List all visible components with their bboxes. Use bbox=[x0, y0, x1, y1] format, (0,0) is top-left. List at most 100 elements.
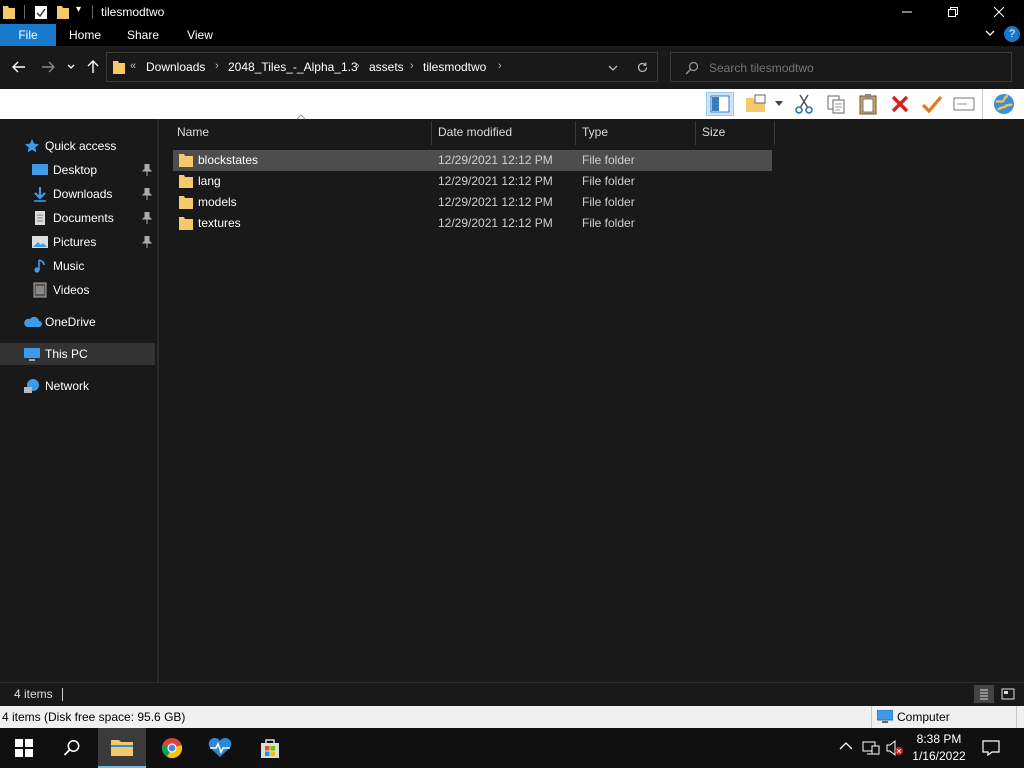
videos-icon bbox=[32, 282, 48, 298]
health-monitor-icon[interactable] bbox=[196, 728, 244, 768]
recent-locations-button[interactable] bbox=[62, 56, 80, 78]
tab-share[interactable]: Share bbox=[120, 24, 166, 46]
globe-icon[interactable] bbox=[990, 92, 1018, 116]
taskbar: 8:38 PM 1/16/2022 bbox=[0, 728, 1024, 768]
tab-home[interactable]: Home bbox=[62, 24, 108, 46]
customize-quick-access-icon[interactable]: ▾ bbox=[76, 4, 81, 15]
breadcrumb-separator[interactable]: › bbox=[356, 60, 360, 72]
location-label: Computer bbox=[897, 710, 950, 724]
disk-info: 4 items (Disk free space: 95.6 GB) bbox=[2, 710, 186, 724]
file-row-models[interactable]: models 12/29/2021 12:12 PM File folder bbox=[173, 192, 772, 213]
minimize-button[interactable] bbox=[884, 0, 930, 24]
folder-icon bbox=[179, 195, 193, 209]
cut-icon[interactable] bbox=[792, 92, 816, 116]
file-type: File folder bbox=[582, 153, 635, 167]
sidebar-item-this-pc[interactable]: This PC bbox=[0, 343, 155, 365]
file-row-blockstates[interactable]: blockstates 12/29/2021 12:12 PM File fol… bbox=[173, 150, 772, 171]
file-date: 12/29/2021 12:12 PM bbox=[438, 153, 553, 167]
chrome-icon[interactable] bbox=[148, 728, 196, 768]
file-date: 12/29/2021 12:12 PM bbox=[438, 195, 553, 209]
back-button[interactable] bbox=[8, 56, 30, 78]
search-taskbar-button[interactable] bbox=[48, 728, 96, 768]
chevron-up-icon[interactable] bbox=[839, 741, 853, 751]
breadcrumb-assets[interactable]: assets bbox=[369, 60, 404, 74]
folder-icon bbox=[179, 216, 193, 230]
new-folder-icon[interactable] bbox=[744, 92, 768, 116]
tab-file[interactable]: File bbox=[0, 24, 56, 46]
breadcrumb-overflow[interactable]: « bbox=[130, 60, 136, 72]
breadcrumb-separator[interactable]: › bbox=[215, 60, 219, 72]
column-divider[interactable] bbox=[431, 121, 432, 145]
column-divider[interactable] bbox=[695, 121, 696, 145]
details-view-icon[interactable] bbox=[974, 685, 994, 703]
pin-icon[interactable] bbox=[142, 212, 152, 224]
file-name: blockstates bbox=[198, 153, 259, 167]
ribbon-tabs: File Home Share View ? bbox=[0, 24, 1024, 46]
column-header-date-modified[interactable]: Date modified bbox=[438, 125, 512, 139]
breadcrumb-separator[interactable]: › bbox=[498, 60, 502, 72]
details-status-bar: 4 items (Disk free space: 95.6 GB) Compu… bbox=[0, 706, 1024, 728]
close-button[interactable] bbox=[976, 0, 1022, 24]
up-button[interactable] bbox=[82, 56, 104, 78]
expand-ribbon-icon[interactable] bbox=[984, 27, 996, 39]
help-icon[interactable]: ? bbox=[1004, 26, 1020, 42]
breadcrumb-2048-tiles[interactable]: 2048_Tiles_-_Alpha_1.3 bbox=[228, 60, 358, 74]
sidebar-item-network[interactable]: Network bbox=[0, 375, 157, 397]
item-count: 4 items bbox=[14, 687, 53, 701]
sidebar-item-downloads[interactable]: Downloads bbox=[0, 183, 157, 205]
cloud-icon bbox=[22, 314, 42, 330]
column-header-type[interactable]: Type bbox=[582, 125, 608, 139]
file-explorer-taskbar-icon[interactable] bbox=[98, 728, 146, 768]
volume-muted-icon[interactable] bbox=[886, 739, 904, 757]
pin-icon[interactable] bbox=[142, 236, 152, 248]
breadcrumb-downloads[interactable]: Downloads bbox=[146, 60, 205, 74]
tab-view[interactable]: View bbox=[178, 24, 222, 46]
sidebar-item-documents[interactable]: Documents bbox=[0, 207, 157, 229]
column-header-size[interactable]: Size bbox=[702, 125, 725, 139]
file-row-lang[interactable]: lang 12/29/2021 12:12 PM File folder bbox=[173, 171, 772, 192]
breadcrumb-separator[interactable]: › bbox=[410, 60, 414, 72]
copy-icon[interactable] bbox=[824, 92, 848, 116]
preview-pane-icon[interactable] bbox=[706, 92, 734, 116]
network-status-icon[interactable] bbox=[862, 740, 880, 756]
search-box[interactable] bbox=[670, 52, 1012, 82]
column-divider[interactable] bbox=[575, 121, 576, 145]
file-row-textures[interactable]: textures 12/29/2021 12:12 PM File folder bbox=[173, 213, 772, 234]
search-input[interactable] bbox=[709, 59, 999, 77]
paste-icon[interactable] bbox=[856, 92, 880, 116]
start-button[interactable] bbox=[0, 728, 48, 768]
new-folder-icon[interactable] bbox=[56, 4, 70, 20]
restore-button[interactable] bbox=[930, 0, 976, 24]
delete-icon[interactable] bbox=[888, 92, 912, 116]
navigation-pane-divider[interactable] bbox=[157, 119, 159, 682]
breadcrumb-tilesmodtwo[interactable]: tilesmodtwo bbox=[423, 60, 486, 74]
navigation-pane: Quick access Desktop Downloads Documents… bbox=[0, 119, 157, 682]
pin-icon[interactable] bbox=[142, 164, 152, 176]
clock-time[interactable]: 8:38 PM bbox=[914, 732, 964, 746]
address-dropdown-icon[interactable] bbox=[607, 62, 619, 74]
file-type: File folder bbox=[582, 216, 635, 230]
clock-date[interactable]: 1/16/2022 bbox=[910, 749, 968, 763]
music-icon bbox=[32, 258, 48, 274]
properties-icon[interactable] bbox=[34, 4, 48, 20]
sidebar-item-desktop[interactable]: Desktop bbox=[0, 159, 157, 181]
new-item-dropdown-icon[interactable] bbox=[775, 101, 783, 107]
large-icons-view-icon[interactable] bbox=[998, 685, 1018, 703]
notifications-icon[interactable] bbox=[982, 740, 1000, 756]
pin-icon[interactable] bbox=[142, 188, 152, 200]
rename-icon[interactable] bbox=[952, 92, 976, 116]
folder-icon bbox=[179, 153, 193, 167]
checkmark-icon[interactable] bbox=[920, 92, 944, 116]
sidebar-item-quick-access[interactable]: Quick access bbox=[0, 135, 157, 157]
sidebar-item-music[interactable]: Music bbox=[0, 255, 157, 277]
sidebar-item-onedrive[interactable]: OneDrive bbox=[0, 311, 157, 333]
column-divider[interactable] bbox=[774, 121, 775, 145]
forward-button[interactable] bbox=[37, 56, 59, 78]
sidebar-item-videos[interactable]: Videos bbox=[0, 279, 157, 301]
column-header-name[interactable]: Name bbox=[177, 125, 209, 139]
refresh-icon[interactable] bbox=[636, 61, 649, 74]
desktop-icon bbox=[32, 162, 48, 178]
microsoft-store-icon[interactable] bbox=[246, 728, 294, 768]
sidebar-item-pictures[interactable]: Pictures bbox=[0, 231, 157, 253]
address-bar[interactable]: « Downloads › 2048_Tiles_-_Alpha_1.3 › a… bbox=[106, 52, 658, 82]
